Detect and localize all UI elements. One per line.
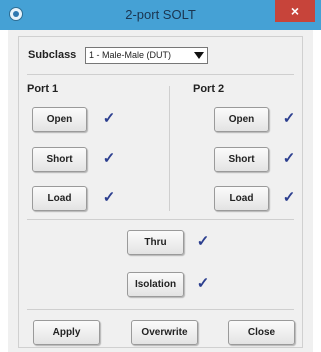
overwrite-button[interactable]: Overwrite: [131, 320, 198, 345]
port2-label: Port 2: [193, 83, 225, 95]
isolation-button[interactable]: Isolation: [127, 272, 184, 297]
port1-open-button[interactable]: Open: [32, 107, 87, 132]
port2-open-button[interactable]: Open: [214, 107, 269, 132]
port1-load-button[interactable]: Load: [32, 186, 87, 211]
window-close-button[interactable]: ×: [275, 0, 315, 22]
port1-short-check-icon: ✓: [102, 150, 116, 167]
port1-short-button[interactable]: Short: [32, 147, 87, 172]
thru-button[interactable]: Thru: [127, 230, 184, 255]
divider-bottom: [27, 309, 294, 310]
port2-open-check-icon: ✓: [282, 110, 296, 127]
close-button[interactable]: Close: [228, 320, 295, 345]
port1-load-check-icon: ✓: [102, 189, 116, 206]
subclass-select[interactable]: 1 - Male-Male (DUT): [85, 47, 208, 64]
port1-open-check-icon: ✓: [102, 110, 116, 127]
subclass-value: 1 - Male-Male (DUT): [89, 50, 172, 60]
divider-top: [27, 74, 294, 75]
isolation-check-icon: ✓: [196, 275, 210, 292]
subclass-label: Subclass: [28, 49, 77, 61]
window-title: 2-port SOLT: [125, 7, 196, 22]
thru-check-icon: ✓: [196, 233, 210, 250]
port2-short-button[interactable]: Short: [214, 147, 269, 172]
port2-load-button[interactable]: Load: [214, 186, 269, 211]
dropdown-arrow-icon[interactable]: [194, 52, 204, 59]
port2-load-check-icon: ✓: [282, 189, 296, 206]
port-divider: [169, 86, 170, 211]
dialog-body: Subclass 1 - Male-Male (DUT) Port 1 Port…: [8, 30, 313, 352]
title-bar: 2-port SOLT ×: [0, 0, 321, 30]
apply-button[interactable]: Apply: [33, 320, 100, 345]
divider-middle: [27, 219, 294, 220]
port2-short-check-icon: ✓: [282, 150, 296, 167]
port1-label: Port 1: [27, 83, 59, 95]
calibration-panel: Subclass 1 - Male-Male (DUT) Port 1 Port…: [18, 36, 303, 348]
